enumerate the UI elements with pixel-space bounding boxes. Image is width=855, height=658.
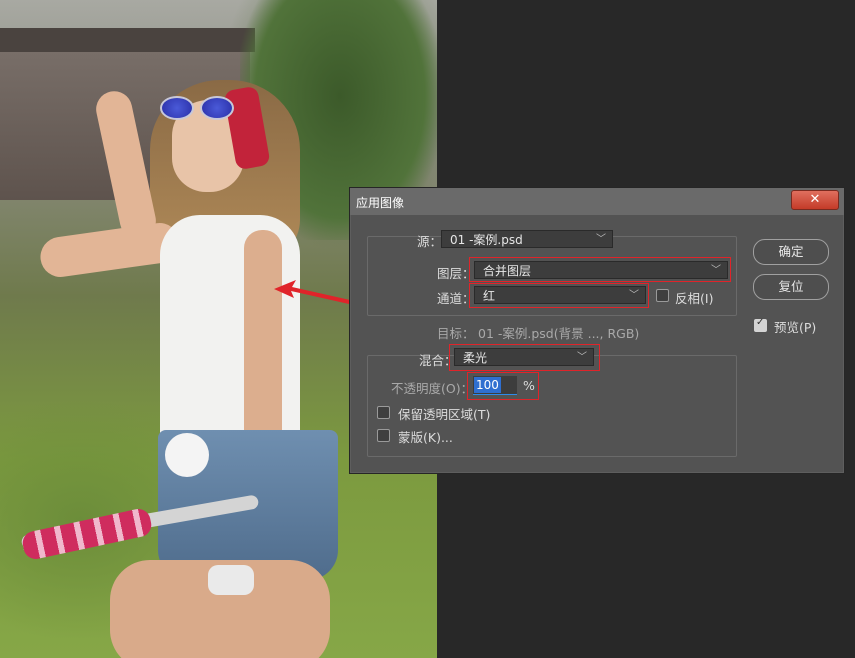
preview-label: 预览(P) [774, 320, 817, 335]
blending-highlight [449, 344, 600, 371]
target-label: 目标： [437, 326, 475, 341]
source-value: 01 -案例.psd [450, 233, 523, 247]
source-label: 源： [417, 234, 443, 249]
annotation-arrow [274, 280, 350, 304]
opacity-label: 不透明度(O)： [391, 381, 474, 396]
apply-image-dialog: 应用图像 ✕ 源： 01 -案例.psd ﹀ 图层： 合并图层 ﹀ 通道： 红 … [349, 187, 845, 474]
dialog-title: 应用图像 [356, 196, 405, 210]
reset-label: 复位 [778, 279, 804, 294]
chevron-down-icon: ﹀ [596, 234, 606, 245]
sunglasses-image [160, 96, 236, 120]
close-button[interactable]: ✕ [791, 190, 839, 210]
mask-checkbox[interactable] [377, 429, 390, 442]
preview-checkbox[interactable] [754, 317, 767, 332]
ok-label: 确定 [778, 244, 804, 259]
channel-highlight [469, 283, 649, 308]
close-icon: ✕ [809, 192, 821, 207]
preserve-transparency-checkbox[interactable] [377, 406, 390, 419]
opacity-highlight [467, 372, 539, 400]
preserve-transparency-label: 保留透明区域(T) [398, 407, 491, 422]
mask-label: 蒙版(K)... [398, 430, 453, 445]
ok-button[interactable]: 确定 [753, 239, 829, 265]
source-select[interactable]: 01 -案例.psd ﹀ [441, 230, 613, 248]
invert-checkbox[interactable] [656, 289, 669, 302]
reset-button[interactable]: 复位 [753, 274, 829, 300]
target-value: 01 -案例.psd(背景 ..., RGB) [478, 326, 640, 341]
dialog-titlebar[interactable]: 应用图像 ✕ [350, 188, 844, 215]
layer-highlight [469, 257, 731, 282]
invert-label: 反相(I) [675, 291, 714, 306]
